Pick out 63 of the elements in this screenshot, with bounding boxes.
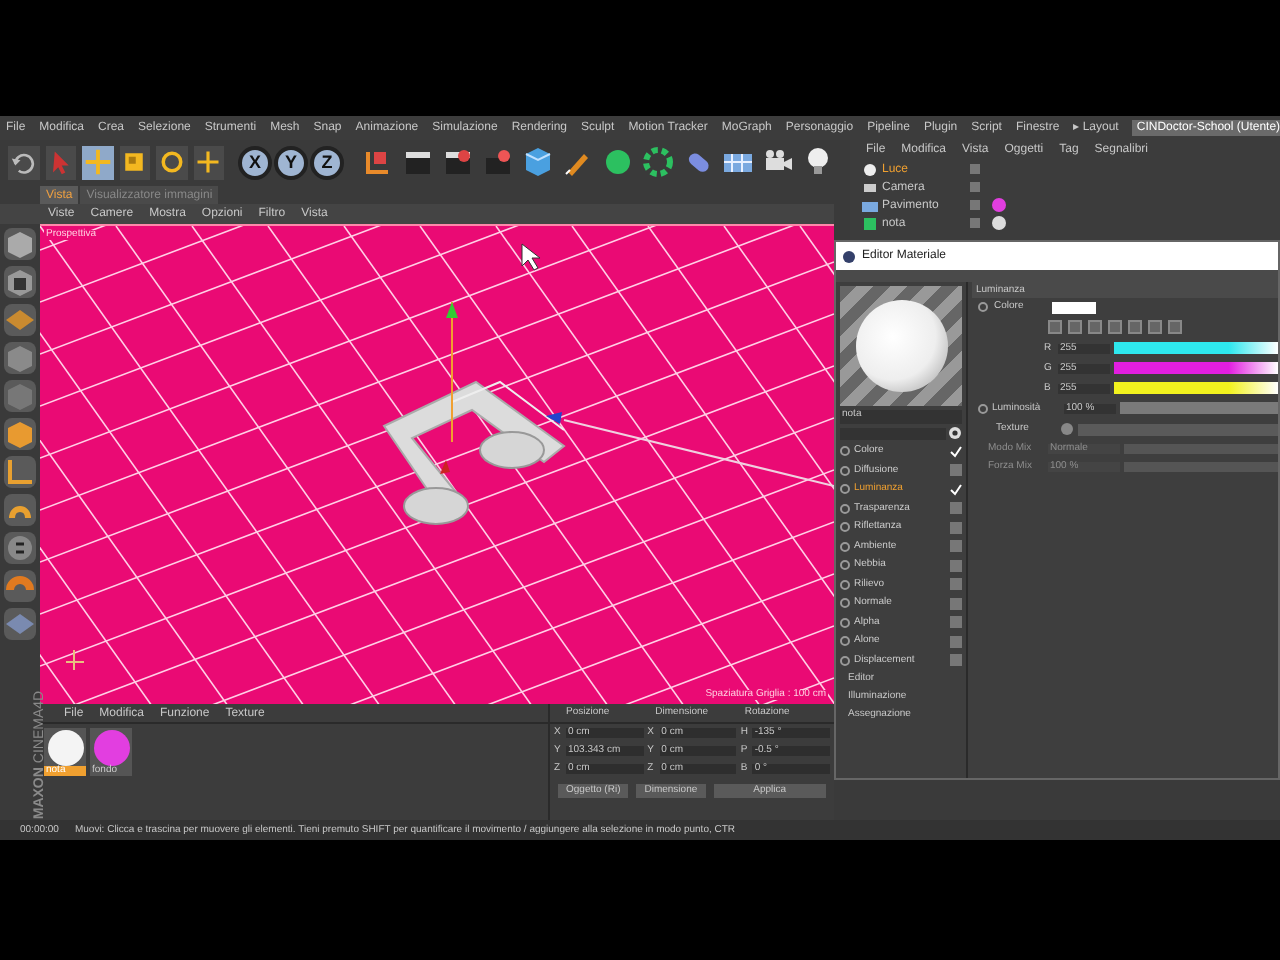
tool-icon[interactable] bbox=[4, 304, 36, 336]
animate-icon[interactable] bbox=[978, 403, 988, 413]
rotate-icon bbox=[157, 148, 186, 176]
channel-checkbox[interactable] bbox=[950, 597, 962, 610]
tool-icon[interactable] bbox=[4, 418, 36, 450]
texture-menu-icon[interactable] bbox=[1060, 422, 1074, 436]
tool-icon[interactable] bbox=[4, 608, 36, 640]
tool-icon[interactable] bbox=[4, 570, 36, 602]
light-object-icon[interactable] bbox=[862, 161, 878, 177]
gear-icon[interactable] bbox=[642, 146, 674, 178]
camera-object-icon[interactable] bbox=[862, 179, 878, 195]
channel-checkbox[interactable] bbox=[950, 635, 962, 648]
add-tool-button[interactable] bbox=[193, 145, 224, 179]
tool-icon[interactable] bbox=[4, 266, 36, 298]
cube-icon[interactable] bbox=[522, 146, 554, 178]
channel-checkbox[interactable] bbox=[950, 502, 962, 515]
channel-checkbox[interactable] bbox=[950, 521, 962, 534]
tool-icon[interactable] bbox=[4, 380, 36, 412]
color-slider[interactable] bbox=[1114, 342, 1278, 354]
scale-tool-button[interactable] bbox=[119, 145, 150, 179]
light-bulb-icon[interactable] bbox=[802, 146, 834, 178]
tool-icon[interactable] bbox=[4, 456, 36, 488]
channel-checkbox[interactable] bbox=[950, 540, 962, 553]
clapperboard-icon[interactable] bbox=[442, 146, 474, 178]
clapperboard-gear-icon[interactable] bbox=[482, 146, 514, 178]
color-slider[interactable] bbox=[1114, 362, 1278, 374]
cursor-icon bbox=[521, 243, 541, 271]
channel-checkbox[interactable] bbox=[950, 616, 962, 629]
channel-checkbox[interactable] bbox=[950, 483, 962, 496]
tool-icon[interactable] bbox=[4, 532, 36, 564]
brightness-slider[interactable] bbox=[1120, 402, 1278, 414]
sphere-icon[interactable] bbox=[602, 146, 634, 178]
undo-icon bbox=[9, 148, 38, 176]
texture-field[interactable] bbox=[1078, 423, 1278, 435]
color-swatch[interactable] bbox=[1052, 301, 1096, 313]
axis-lock-button[interactable]: Z bbox=[310, 145, 344, 179]
channel-checkbox[interactable] bbox=[950, 445, 962, 458]
move-icon bbox=[83, 148, 112, 176]
extrude-object-icon[interactable] bbox=[862, 215, 878, 231]
axis-lock-button[interactable]: X bbox=[238, 145, 272, 179]
rotate-tool-button[interactable] bbox=[156, 145, 187, 179]
clapperboard-icon[interactable] bbox=[402, 146, 434, 178]
undo-tool-button[interactable] bbox=[8, 145, 39, 179]
color-slider[interactable] bbox=[1114, 382, 1278, 394]
channel-checkbox[interactable] bbox=[950, 654, 962, 667]
coordinate-system-icon[interactable] bbox=[362, 146, 394, 178]
channel-checkbox[interactable] bbox=[950, 559, 962, 572]
world-axis-icon bbox=[65, 649, 85, 671]
tool-icon[interactable] bbox=[4, 342, 36, 374]
search-field[interactable] bbox=[840, 427, 946, 439]
axis-lock-button[interactable]: Y bbox=[274, 145, 308, 179]
scale-icon bbox=[120, 148, 149, 176]
channel-checkbox[interactable] bbox=[950, 578, 962, 591]
move-tool-button[interactable] bbox=[82, 145, 113, 179]
app-icon[interactable] bbox=[842, 249, 856, 263]
tool-icon[interactable] bbox=[4, 228, 36, 260]
tool-icon[interactable] bbox=[4, 494, 36, 526]
animate-icon[interactable] bbox=[978, 302, 988, 312]
material-tag[interactable] bbox=[992, 216, 1006, 230]
channel-checkbox[interactable] bbox=[950, 464, 962, 477]
add-icon bbox=[194, 148, 223, 176]
picker-icon[interactable] bbox=[948, 426, 962, 440]
floor-object-icon[interactable] bbox=[862, 197, 878, 213]
